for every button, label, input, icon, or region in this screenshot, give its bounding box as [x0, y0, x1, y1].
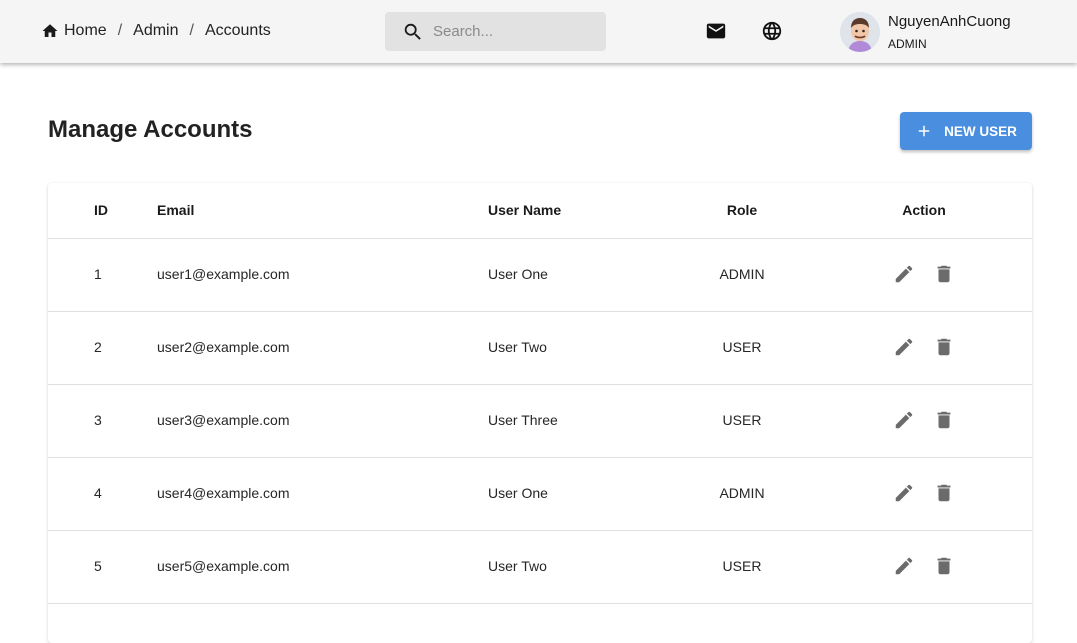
- edit-icon[interactable]: [893, 555, 915, 577]
- cell-role: USER: [722, 412, 762, 428]
- cell-role: ADMIN: [719, 266, 765, 282]
- plus-icon: [915, 122, 933, 140]
- row-actions: [893, 409, 955, 431]
- breadcrumb-separator: /: [117, 22, 123, 39]
- breadcrumb-admin[interactable]: Admin: [133, 22, 178, 40]
- table-row: 5 user5@example.com User Two USER: [48, 531, 1032, 604]
- search-input[interactable]: [433, 23, 593, 40]
- column-header-email: Email: [157, 202, 195, 218]
- edit-icon[interactable]: [893, 482, 915, 504]
- column-header-action: Action: [902, 202, 946, 218]
- new-user-label: NEW USER: [944, 123, 1017, 139]
- row-actions: [893, 482, 955, 504]
- breadcrumb-home[interactable]: Home: [64, 22, 107, 40]
- delete-icon[interactable]: [933, 555, 955, 577]
- edit-icon[interactable]: [893, 263, 915, 285]
- delete-icon[interactable]: [933, 409, 955, 431]
- cell-username: User Two: [488, 558, 547, 574]
- avatar[interactable]: [840, 12, 880, 52]
- cell-role: ADMIN: [719, 485, 765, 501]
- cell-username: User One: [488, 266, 548, 282]
- row-actions: [893, 555, 955, 577]
- delete-icon[interactable]: [933, 482, 955, 504]
- edit-icon[interactable]: [893, 409, 915, 431]
- edit-icon[interactable]: [893, 336, 915, 358]
- cell-username: User Two: [488, 339, 547, 355]
- user-name[interactable]: NguyenAnhCuong: [888, 13, 1011, 30]
- column-header-username: User Name: [488, 202, 562, 218]
- row-actions: [893, 336, 955, 358]
- breadcrumb-accounts: Accounts: [204, 22, 271, 39]
- cell-email: user2@example.com: [157, 339, 290, 355]
- row-actions: [893, 263, 955, 285]
- cell-email: user3@example.com: [157, 412, 290, 428]
- cell-email: user1@example.com: [157, 266, 290, 282]
- column-header-role: Role: [726, 202, 758, 218]
- breadcrumb-separator: /: [189, 22, 194, 39]
- cell-role: USER: [722, 558, 762, 574]
- table-row: 1 user1@example.com User One ADMIN: [48, 239, 1032, 312]
- table-row: 4 user4@example.com User One ADMIN: [48, 458, 1032, 531]
- accounts-table: ID Email User Name Role Action 1 user1@ex…: [48, 183, 1032, 643]
- breadcrumb: Home / Admin / Accounts: [41, 19, 271, 43]
- user-role: ADMIN: [888, 37, 927, 51]
- table-row: 2 user2@example.com User Two USER: [48, 312, 1032, 385]
- cell-username: User Three: [488, 412, 558, 428]
- cell-email: user4@example.com: [157, 485, 290, 501]
- mail-icon[interactable]: [705, 20, 727, 42]
- search-icon: [402, 21, 424, 43]
- table-header: ID Email User Name Role Action: [48, 183, 1032, 239]
- delete-icon[interactable]: [933, 263, 955, 285]
- top-bar: Home / Admin / Accounts NguyenAnhCuong A…: [0, 0, 1077, 63]
- page-title: Manage Accounts: [48, 116, 253, 143]
- cell-email: user5@example.com: [157, 558, 290, 574]
- cell-role: USER: [722, 339, 762, 355]
- table-row: 3 user3@example.com User Three USER: [48, 385, 1032, 458]
- search-box: [385, 12, 606, 51]
- cell-username: User One: [488, 485, 548, 501]
- globe-icon[interactable]: [761, 20, 783, 42]
- delete-icon[interactable]: [933, 336, 955, 358]
- new-user-button[interactable]: NEW USER: [900, 112, 1032, 150]
- home-icon[interactable]: [41, 22, 59, 40]
